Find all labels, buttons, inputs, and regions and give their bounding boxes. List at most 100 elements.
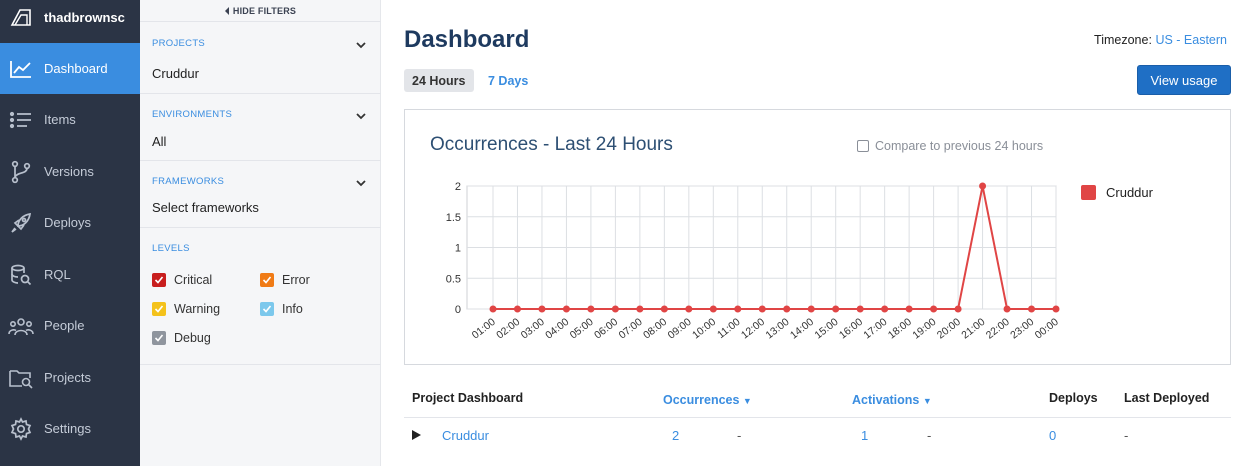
filter-levels: LEVELS Critical Error Warning Info Debug [140, 228, 381, 365]
chevron-down-icon[interactable] [355, 39, 367, 51]
data-point [660, 305, 668, 313]
col-header-activations[interactable]: Activations ▼ [852, 393, 932, 407]
filters-panel: HIDE FILTERS PROJECTS Cruddur ENVIRONMEN… [140, 0, 381, 466]
x-tick-label: 11:00 [715, 316, 743, 341]
sidebar-item-rql[interactable]: RQL [0, 249, 140, 300]
data-point [1052, 305, 1060, 313]
col-header-project: Project Dashboard [412, 391, 524, 405]
data-point [954, 305, 962, 313]
expand-row-icon[interactable] [412, 430, 421, 440]
account-brand[interactable]: thadbrownsc [0, 0, 140, 34]
sort-down-icon: ▼ [922, 396, 932, 406]
data-point [513, 305, 521, 313]
y-tick-label: 0.5 [446, 273, 461, 285]
occurrences-chart-panel: Occurrences - Last 24 Hours Compare to p… [404, 109, 1231, 365]
level-info-checkbox[interactable]: Info [260, 302, 303, 316]
data-point [1003, 305, 1011, 313]
col-header-deploys: Deploys [1049, 391, 1098, 405]
x-tick-label: 00:00 [1033, 316, 1061, 342]
checkmark-icon [152, 331, 166, 345]
x-tick-label: 12:00 [739, 316, 767, 342]
timezone-label: Timezone: [1094, 33, 1152, 47]
chart-line-icon [8, 56, 34, 82]
data-point [881, 305, 889, 313]
col-header-activations-label: Activations [852, 393, 920, 407]
filter-frameworks: FRAMEWORKS Select frameworks [140, 161, 381, 228]
data-point [783, 305, 791, 313]
data-point [979, 182, 987, 190]
data-point [489, 305, 497, 313]
chevron-down-icon[interactable] [355, 110, 367, 122]
logo-icon [10, 9, 31, 26]
x-tick-label: 19:00 [910, 316, 938, 342]
x-tick-label: 13:00 [763, 316, 791, 342]
timezone-link[interactable]: US - Eastern [1155, 33, 1227, 47]
x-tick-label: 10:00 [690, 316, 718, 342]
sidebar-item-deploys[interactable]: Deploys [0, 197, 140, 248]
filter-projects-value[interactable]: Cruddur [152, 66, 199, 81]
x-tick-label: 22:00 [984, 316, 1012, 342]
folder-search-icon [8, 365, 34, 391]
last-deployed-value: - [1124, 428, 1129, 443]
occurrences-value[interactable]: 2 [672, 428, 679, 443]
sidebar-item-items[interactable]: Items [0, 94, 140, 145]
x-tick-label: 18:00 [886, 316, 914, 342]
hide-filters-button[interactable]: HIDE FILTERS [140, 0, 381, 22]
page-title: Dashboard [404, 26, 530, 53]
col-header-occurrences[interactable]: Occurrences ▼ [663, 393, 752, 407]
x-tick-label: 14:00 [788, 316, 816, 342]
sidebar-item-label: Items [44, 112, 76, 127]
col-header-last-deployed: Last Deployed [1124, 391, 1210, 405]
data-point [832, 305, 840, 313]
deploys-value[interactable]: 0 [1049, 428, 1056, 443]
timezone: Timezone: US - Eastern [1094, 33, 1227, 47]
username: thadbrownsc [44, 9, 125, 25]
level-critical-checkbox[interactable]: Critical [152, 273, 212, 287]
data-point [562, 305, 570, 313]
x-tick-label: 17:00 [861, 316, 889, 342]
level-label: Error [282, 273, 310, 287]
filter-frameworks-value[interactable]: Select frameworks [152, 200, 259, 215]
x-tick-label: 06:00 [592, 316, 620, 342]
y-tick-label: 1 [455, 243, 461, 255]
table-divider [404, 417, 1231, 418]
activations-value[interactable]: 1 [861, 428, 868, 443]
sidebar-item-people[interactable]: People [0, 300, 140, 351]
data-point [636, 305, 644, 313]
activations-change: - [927, 428, 932, 443]
x-tick-label: 04:00 [543, 316, 571, 342]
sidebar-item-dashboard[interactable]: Dashboard [0, 43, 140, 94]
sidebar-item-versions[interactable]: Versions [0, 146, 140, 197]
branch-icon [8, 159, 34, 185]
checkmark-icon [260, 302, 274, 316]
col-header-occurrences-label: Occurrences [663, 393, 740, 407]
range-24-hours-button[interactable]: 24 Hours [404, 69, 474, 92]
x-tick-label: 05:00 [568, 316, 596, 342]
filter-frameworks-title: FRAMEWORKS [152, 176, 225, 187]
hide-filters-label: HIDE FILTERS [232, 5, 297, 16]
filter-environments-title: ENVIRONMENTS [152, 109, 233, 120]
occurrences-change: - [737, 428, 742, 443]
data-point [587, 305, 595, 313]
filter-environments: ENVIRONMENTS All [140, 94, 381, 161]
sidebar-item-settings[interactable]: Settings [0, 403, 140, 454]
data-point [856, 305, 864, 313]
data-point [807, 305, 815, 313]
project-link[interactable]: Cruddur [442, 428, 489, 443]
view-usage-button[interactable]: View usage [1137, 65, 1231, 95]
chevron-down-icon[interactable] [355, 177, 367, 189]
range-7-days-button[interactable]: 7 Days [480, 69, 536, 92]
x-tick-label: 23:00 [1008, 316, 1036, 342]
level-debug-checkbox[interactable]: Debug [152, 331, 211, 345]
level-warning-checkbox[interactable]: Warning [152, 302, 220, 316]
level-error-checkbox[interactable]: Error [260, 273, 310, 287]
database-search-icon [8, 262, 34, 288]
sidebar-item-projects[interactable]: Projects [0, 352, 140, 403]
y-tick-label: 0 [455, 304, 461, 316]
data-point [905, 305, 913, 313]
x-tick-label: 07:00 [617, 316, 645, 342]
filter-environments-value[interactable]: All [152, 134, 166, 149]
x-tick-label: 08:00 [641, 316, 669, 342]
x-tick-label: 09:00 [666, 316, 694, 342]
filter-projects-title: PROJECTS [152, 38, 206, 49]
